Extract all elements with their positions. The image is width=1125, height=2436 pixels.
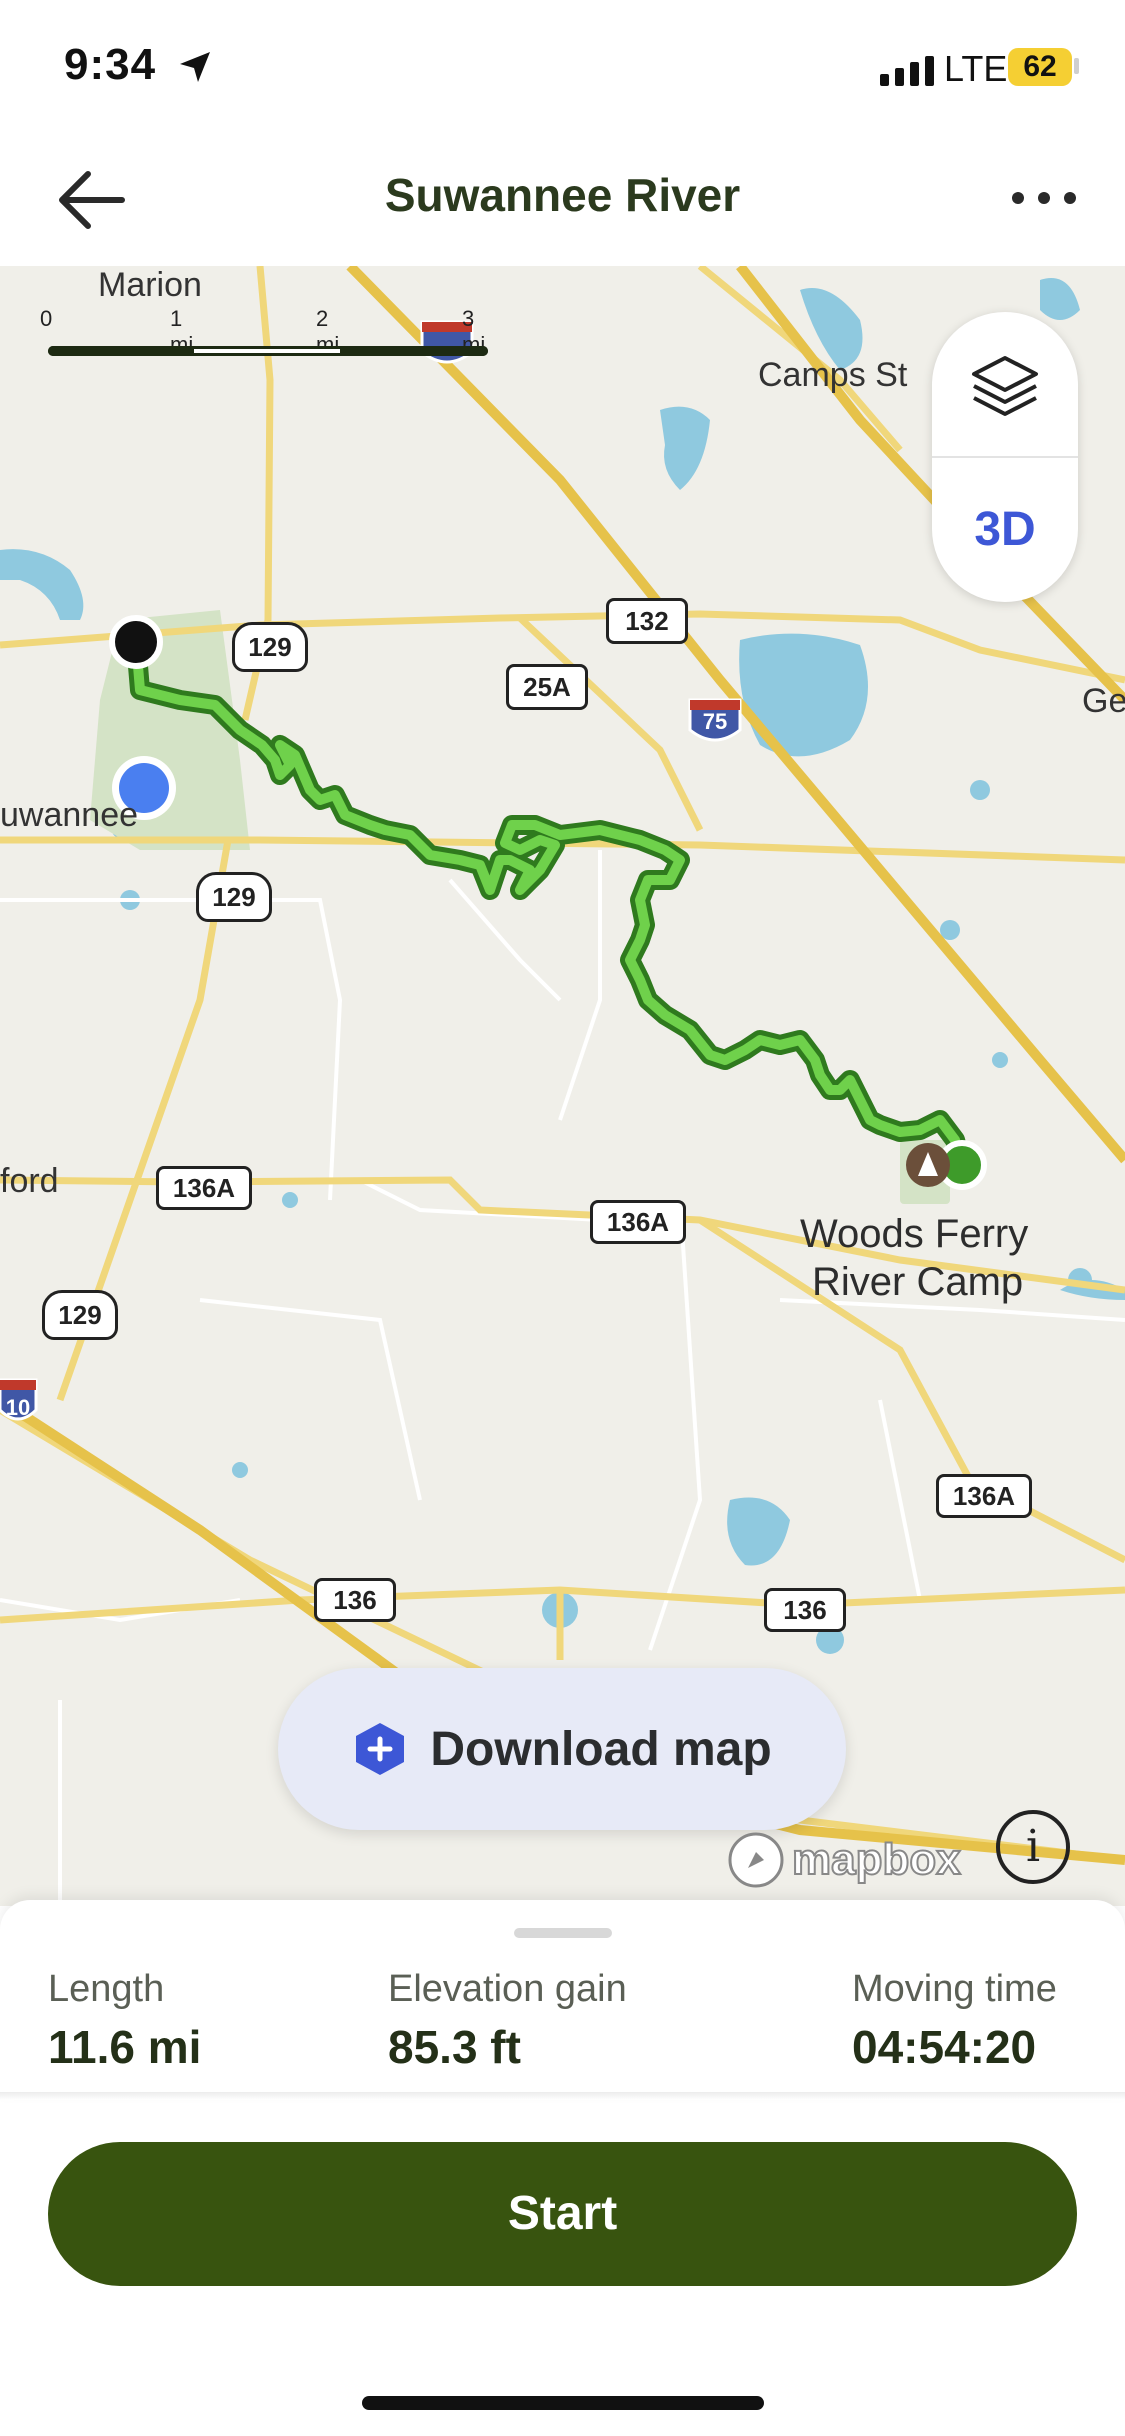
road-shield: 136A — [590, 1200, 686, 1244]
road-shield: 132 — [606, 598, 688, 644]
moving-time-label: Moving time — [852, 1968, 1057, 2010]
mapbox-logo[interactable]: mapbox — [726, 1830, 962, 1890]
moving-time-value: 04:54:20 — [852, 2021, 1037, 2073]
road-shield: 129 — [42, 1290, 118, 1340]
map-info-button[interactable]: i — [996, 1810, 1070, 1884]
elevation-label: Elevation gain — [388, 1968, 627, 2010]
road-shield: 75 — [702, 709, 728, 734]
download-hexagon-icon — [356, 1723, 405, 1775]
trail-end-marker — [109, 615, 163, 669]
place-label: ford — [0, 1162, 59, 1200]
download-map-button[interactable]: Download map — [278, 1668, 846, 1830]
place-label: Marion — [98, 266, 202, 304]
more-dots-icon — [1012, 192, 1076, 204]
place-label: Camps St — [758, 356, 908, 394]
road-shield: 10 — [5, 1395, 31, 1420]
arrow-left-icon — [59, 171, 125, 229]
start-button[interactable]: Start — [48, 2142, 1077, 2286]
3d-toggle-button[interactable]: 3D — [932, 458, 1078, 602]
campsite-icon — [906, 1143, 950, 1187]
battery-tip — [1074, 58, 1079, 74]
place-label: Woods Ferry — [800, 1212, 1029, 1256]
road-shield: 129 — [232, 622, 308, 672]
road-shield: 136A — [936, 1474, 1032, 1518]
scale-label: 0 — [40, 306, 53, 331]
battery-icon: 62 — [1008, 48, 1072, 86]
sheet-divider — [0, 2092, 1125, 2100]
length-value: 11.6 mi — [48, 2021, 202, 2073]
mapbox-wordmark: mapbox — [791, 1834, 962, 1885]
page-title: Suwannee River — [384, 169, 741, 221]
home-indicator[interactable] — [362, 2396, 764, 2410]
road-shield: 25A — [506, 664, 588, 710]
place-label: Ge — [1082, 682, 1125, 720]
place-label: uwannee — [0, 796, 139, 834]
sheet-drag-handle[interactable] — [514, 1928, 612, 1938]
download-map-label: Download map — [430, 1722, 772, 1776]
road-shield: 136 — [764, 1588, 846, 1632]
layers-icon — [972, 356, 1038, 416]
elevation-value: 85.3 ft — [388, 2021, 521, 2073]
location-arrow-icon — [178, 50, 212, 89]
status-time: 9:34 — [64, 40, 157, 89]
road-shield: 136A — [156, 1166, 252, 1210]
mapbox-icon — [728, 1832, 784, 1888]
road-shield: 129 — [196, 872, 272, 922]
signal-icon — [880, 56, 934, 86]
more-options-button[interactable] — [1004, 174, 1084, 226]
back-button[interactable] — [52, 164, 132, 236]
layers-button[interactable] — [932, 312, 1078, 456]
place-label: River Camp — [812, 1260, 1024, 1304]
network-type: LTE — [944, 48, 1008, 89]
road-shield: 136 — [314, 1578, 396, 1622]
length-label: Length — [48, 1968, 165, 2010]
